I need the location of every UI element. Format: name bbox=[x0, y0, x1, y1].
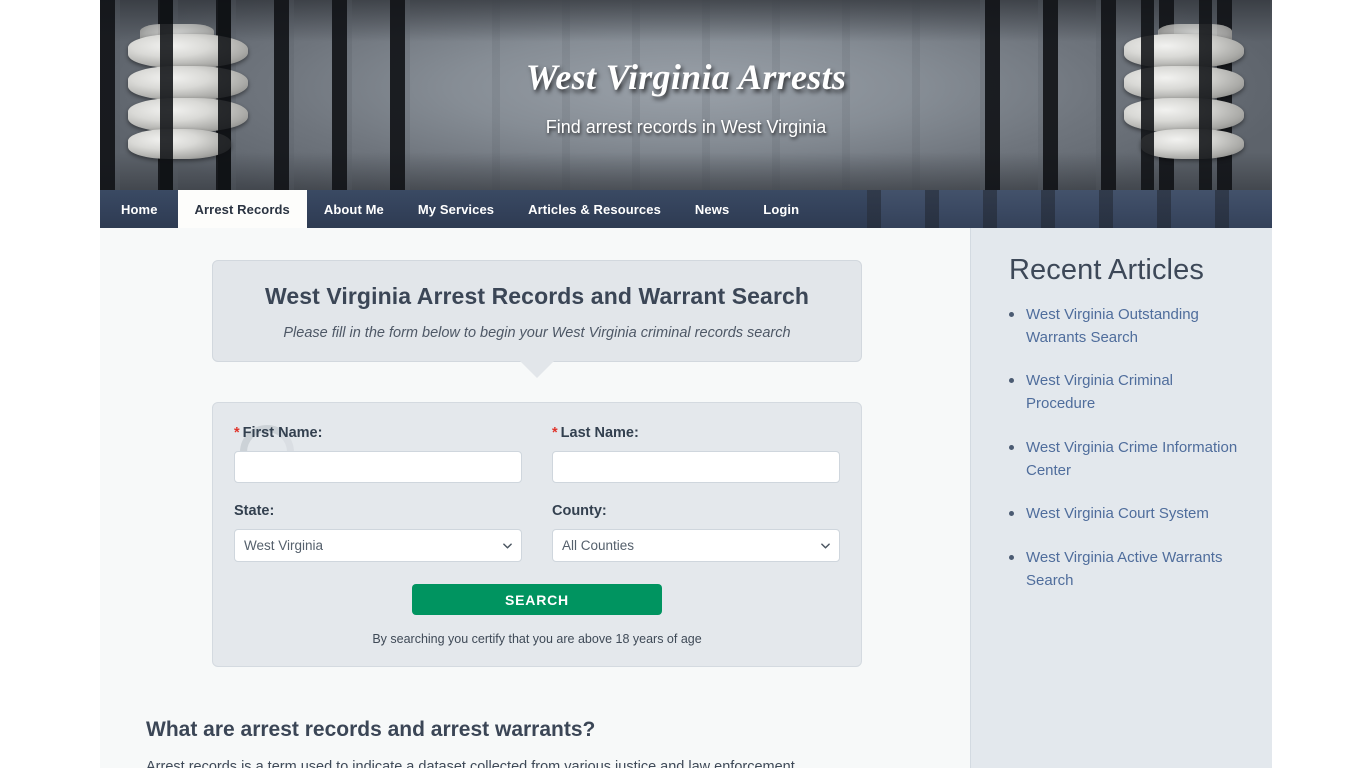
sidebar-link-outstanding-warrants[interactable]: West Virginia Outstanding Warrants Searc… bbox=[1026, 306, 1199, 346]
state-select[interactable]: West Virginia bbox=[234, 529, 522, 562]
first-name-input[interactable] bbox=[234, 451, 522, 483]
sidebar-link-crime-information-center[interactable]: West Virginia Crime Information Center bbox=[1026, 439, 1237, 479]
sidebar-link-criminal-procedure[interactable]: West Virginia Criminal Procedure bbox=[1026, 372, 1173, 412]
required-asterisk-icon: * bbox=[234, 425, 240, 441]
list-item: West Virginia Court System bbox=[1009, 503, 1242, 526]
required-asterisk-icon: * bbox=[552, 425, 558, 441]
sidebar-link-court-system[interactable]: West Virginia Court System bbox=[1026, 505, 1209, 522]
form-row-names: * First Name: * Last Name: bbox=[234, 425, 840, 483]
article-heading: What are arrest records and arrest warra… bbox=[146, 718, 596, 741]
form-row-location: State: West Virginia County: All Countie… bbox=[234, 503, 840, 562]
sidebar-link-active-warrants[interactable]: West Virginia Active Warrants Search bbox=[1026, 549, 1222, 589]
nav-item-home[interactable]: Home bbox=[100, 190, 178, 228]
state-label: State: bbox=[234, 503, 275, 519]
callout-tail bbox=[520, 360, 554, 378]
county-field-group: County: All Counties bbox=[552, 503, 840, 562]
article-section: What are arrest records and arrest warra… bbox=[146, 718, 886, 768]
last-name-field-group: * Last Name: bbox=[552, 425, 840, 483]
last-name-input[interactable] bbox=[552, 451, 840, 483]
banner-text-block: West Virginia Arrests Find arrest record… bbox=[100, 0, 1272, 138]
search-button[interactable]: SEARCH bbox=[412, 584, 662, 615]
page-subtitle: Please fill in the form below to begin y… bbox=[283, 325, 791, 341]
site-tagline: Find arrest records in West Virginia bbox=[545, 117, 827, 137]
first-name-label: * First Name: bbox=[234, 425, 522, 441]
sidebar: Recent Articles West Virginia Outstandin… bbox=[970, 228, 1272, 768]
arrest-search-form: * First Name: * Last Name: State: West V… bbox=[212, 402, 862, 667]
age-disclaimer: By searching you certify that you are ab… bbox=[372, 632, 702, 646]
state-field-group: State: West Virginia bbox=[234, 503, 522, 562]
nav-item-about-me[interactable]: About Me bbox=[307, 190, 401, 228]
main-content-column: West Virginia Arrest Records and Warrant… bbox=[100, 228, 970, 768]
list-item: West Virginia Outstanding Warrants Searc… bbox=[1009, 304, 1242, 349]
list-item: West Virginia Crime Information Center bbox=[1009, 437, 1242, 482]
nav-item-arrest-records[interactable]: Arrest Records bbox=[177, 190, 307, 228]
search-callout-wrapper: West Virginia Arrest Records and Warrant… bbox=[212, 260, 862, 378]
county-label: County: bbox=[552, 503, 607, 519]
last-name-label-text: Last Name: bbox=[560, 425, 639, 441]
first-name-field-group: * First Name: bbox=[234, 425, 522, 483]
nav-item-login[interactable]: Login bbox=[746, 190, 816, 228]
site-banner: West Virginia Arrests Find arrest record… bbox=[100, 0, 1272, 190]
nav-item-articles-resources[interactable]: Articles & Resources bbox=[511, 190, 678, 228]
county-select-wrapper: All Counties bbox=[552, 529, 840, 562]
first-name-label-text: First Name: bbox=[242, 425, 323, 441]
nav-item-news[interactable]: News bbox=[678, 190, 746, 228]
county-select[interactable]: All Counties bbox=[552, 529, 840, 562]
search-callout: West Virginia Arrest Records and Warrant… bbox=[212, 260, 862, 378]
nav-items: Home Arrest Records About Me My Services… bbox=[100, 190, 816, 228]
nav-item-my-services[interactable]: My Services bbox=[401, 190, 511, 228]
article-paragraph: Arrest records is a term used to indicat… bbox=[146, 759, 795, 768]
page-title: West Virginia Arrest Records and Warrant… bbox=[264, 283, 810, 309]
list-item: West Virginia Criminal Procedure bbox=[1009, 370, 1242, 415]
main-navigation: Home Arrest Records About Me My Services… bbox=[100, 190, 1272, 228]
sidebar-title: Recent Articles bbox=[1009, 254, 1204, 286]
list-item: West Virginia Active Warrants Search bbox=[1009, 547, 1242, 592]
last-name-label: * Last Name: bbox=[552, 425, 840, 441]
sidebar-inner: Recent Articles West Virginia Outstandin… bbox=[971, 228, 1272, 592]
site-container: West Virginia Arrests Find arrest record… bbox=[100, 0, 1272, 768]
recent-articles-list: West Virginia Outstanding Warrants Searc… bbox=[1009, 304, 1242, 592]
body-area: West Virginia Arrest Records and Warrant… bbox=[100, 228, 1272, 768]
page-root: West Virginia Arrests Find arrest record… bbox=[0, 0, 1366, 768]
search-button-row: SEARCH bbox=[234, 584, 840, 615]
state-select-wrapper: West Virginia bbox=[234, 529, 522, 562]
nav-image-bleed bbox=[867, 190, 1272, 228]
site-title: West Virginia Arrests bbox=[525, 57, 847, 97]
